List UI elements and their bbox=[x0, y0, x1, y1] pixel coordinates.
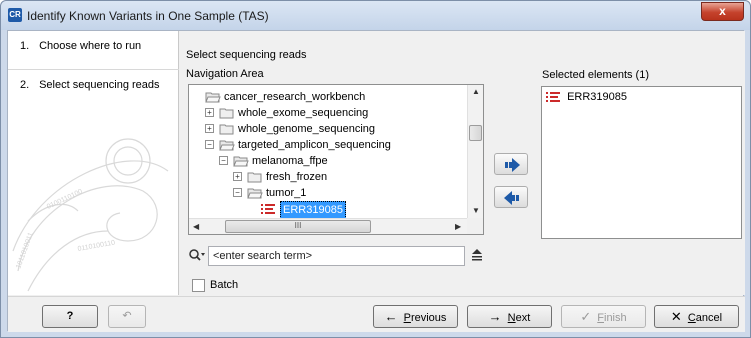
selected-elements-list[interactable]: ERR319085 bbox=[541, 86, 742, 239]
folder-icon bbox=[219, 108, 234, 119]
main-panel: Select sequencing reads Navigation Area … bbox=[180, 31, 745, 295]
add-to-selection-button[interactable] bbox=[494, 153, 528, 175]
finish-label: Finish bbox=[597, 312, 627, 324]
next-label: Next bbox=[507, 312, 531, 324]
dialog-body: 1. Choose where to run 2. Select sequenc… bbox=[7, 30, 745, 332]
reset-button[interactable]: ↶ bbox=[108, 305, 146, 328]
button-bar: ? ↶ ← Previous → Next ✓ Finish ✕ Cancel bbox=[8, 296, 745, 332]
tree-item-label: tumor_1 bbox=[266, 187, 307, 199]
tree-item-label: whole_exome_sequencing bbox=[238, 107, 369, 119]
svg-text:0100110100: 0100110100 bbox=[46, 188, 84, 211]
collapse-icon[interactable]: − bbox=[233, 188, 242, 197]
app-icon: CR bbox=[8, 8, 22, 22]
scroll-up-icon[interactable]: ▲ bbox=[472, 87, 480, 96]
decorative-spiral-image: 0100110100 1011010011 0110100110 bbox=[12, 138, 169, 292]
folder-open-icon bbox=[219, 140, 235, 151]
window-title: Identify Known Variants in One Sample (T… bbox=[27, 9, 269, 23]
sequence-list-icon bbox=[546, 92, 560, 103]
help-button[interactable]: ? bbox=[42, 305, 98, 328]
step-2[interactable]: 2. Select sequencing reads bbox=[20, 79, 160, 91]
scroll-down-icon[interactable]: ▼ bbox=[472, 206, 480, 215]
tree-item[interactable]: − melanoma_ffpe bbox=[189, 153, 469, 169]
wizard-steps-panel: 1. Choose where to run 2. Select sequenc… bbox=[8, 31, 179, 295]
tree-item[interactable]: − targeted_amplicon_sequencing bbox=[189, 137, 469, 153]
tree-item[interactable]: + fresh_frozen bbox=[189, 169, 469, 185]
horizontal-scrollbar[interactable]: ◀ III ▶ bbox=[189, 218, 469, 234]
arrow-left-icon: ← bbox=[384, 309, 398, 324]
horizontal-scroll-thumb[interactable]: III bbox=[225, 220, 371, 233]
scroll-right-icon[interactable]: ▶ bbox=[455, 222, 461, 231]
arrow-left-icon bbox=[504, 191, 519, 205]
arrow-right-icon bbox=[505, 158, 520, 172]
vertical-scroll-thumb[interactable] bbox=[469, 125, 482, 141]
close-button[interactable]: x bbox=[701, 2, 744, 21]
folder-open-icon bbox=[205, 92, 221, 103]
tree-item[interactable]: + whole_genome_sequencing bbox=[189, 121, 469, 137]
step-label: Choose where to run bbox=[39, 40, 142, 52]
checkmark-icon: ✓ bbox=[580, 309, 592, 324]
tree-item-label: targeted_amplicon_sequencing bbox=[238, 139, 391, 151]
tree-item[interactable]: + whole_exome_sequencing bbox=[189, 105, 469, 121]
close-icon: ✕ bbox=[670, 309, 682, 324]
search-options-icon[interactable] bbox=[471, 247, 485, 263]
navigation-tree[interactable]: cancer_research_workbench + whole_exome_se… bbox=[188, 84, 484, 235]
title-bar[interactable]: CR Identify Known Variants in One Sample… bbox=[1, 1, 750, 30]
folder-open-icon bbox=[247, 188, 263, 199]
list-item[interactable]: ERR319085 bbox=[546, 89, 627, 105]
search-input[interactable]: <enter search term> bbox=[208, 246, 465, 266]
collapse-icon[interactable]: − bbox=[205, 140, 214, 149]
step-divider bbox=[8, 69, 179, 70]
tree-item[interactable]: ERR319085 bbox=[189, 201, 469, 219]
cancel-label: Cancel bbox=[687, 312, 723, 324]
arrow-right-icon: → bbox=[488, 309, 502, 324]
tree-item[interactable]: − tumor_1 bbox=[189, 185, 469, 201]
folder-open-icon bbox=[233, 156, 249, 167]
remove-from-selection-button[interactable] bbox=[494, 186, 528, 208]
vertical-scrollbar[interactable]: ▲ ▼ bbox=[467, 85, 483, 219]
section-title: Select sequencing reads bbox=[186, 49, 307, 61]
selected-elements-label: Selected elements (1) bbox=[542, 69, 649, 81]
step-number: 2. bbox=[20, 79, 30, 91]
folder-icon bbox=[219, 124, 234, 135]
tree-item[interactable]: cancer_research_workbench bbox=[189, 89, 469, 105]
list-item-label: ERR319085 bbox=[567, 91, 627, 103]
scroll-left-icon[interactable]: ◀ bbox=[193, 222, 199, 231]
tree-item-label: fresh_frozen bbox=[266, 171, 328, 183]
finish-button[interactable]: ✓ Finish bbox=[561, 305, 646, 328]
step-1[interactable]: 1. Choose where to run bbox=[20, 40, 141, 52]
step-label: Select sequencing reads bbox=[39, 79, 160, 91]
previous-button[interactable]: ← Previous bbox=[373, 305, 458, 328]
reset-icon: ↶ bbox=[122, 310, 132, 322]
next-button[interactable]: → Next bbox=[467, 305, 552, 328]
batch-checkbox[interactable] bbox=[192, 279, 205, 292]
expand-icon[interactable]: + bbox=[233, 172, 242, 181]
batch-label: Batch bbox=[210, 279, 239, 291]
cancel-button[interactable]: ✕ Cancel bbox=[654, 305, 739, 328]
sequence-list-icon bbox=[261, 204, 275, 214]
tree-item-label: cancer_research_workbench bbox=[224, 91, 366, 103]
help-icon: ? bbox=[66, 310, 74, 322]
expand-icon[interactable]: + bbox=[205, 124, 214, 133]
search-icon[interactable] bbox=[188, 248, 206, 264]
scrollbar-corner bbox=[467, 218, 483, 234]
folder-icon bbox=[247, 172, 262, 183]
tree-item-label: whole_genome_sequencing bbox=[238, 123, 375, 135]
collapse-icon[interactable]: − bbox=[219, 156, 228, 165]
navigation-area-label: Navigation Area bbox=[186, 68, 264, 80]
tree-item-label: melanoma_ffpe bbox=[252, 155, 328, 167]
svg-text:0110100110: 0110100110 bbox=[77, 239, 116, 252]
previous-label: Previous bbox=[403, 312, 447, 324]
dialog-window: CR Identify Known Variants in One Sample… bbox=[0, 0, 751, 338]
expand-icon[interactable]: + bbox=[205, 108, 214, 117]
step-number: 1. bbox=[20, 40, 30, 52]
